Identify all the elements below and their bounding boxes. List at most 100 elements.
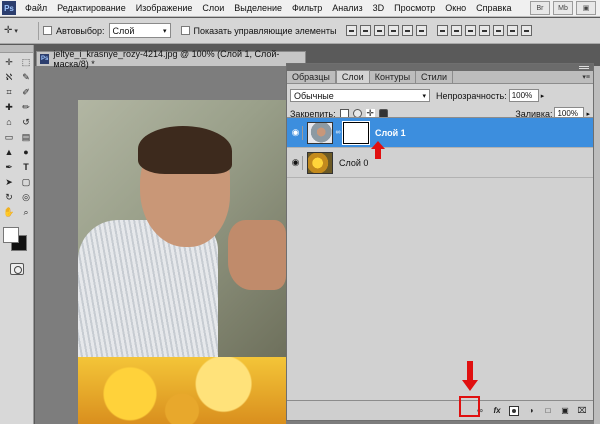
eraser-tool-icon[interactable]: ▭ [1, 130, 17, 144]
blur-tool-icon[interactable]: ▲ [1, 145, 17, 159]
tab-layers[interactable]: Слои [335, 70, 370, 83]
move-tool-preset[interactable]: ✛ ▾ [4, 22, 34, 40]
blend-mode-value: Обычные [294, 90, 334, 101]
hand-shape [228, 220, 286, 290]
distribute-vcenter-icon[interactable] [451, 25, 463, 36]
panel-title-bar[interactable] [287, 64, 593, 71]
opacity-slider-toggle-icon[interactable]: ▸ [541, 92, 545, 100]
align-bottom-icon[interactable] [374, 25, 386, 36]
lasso-tool-icon[interactable]: ℵ [1, 70, 17, 84]
menu-3d[interactable]: 3D [368, 3, 390, 13]
canvas-image[interactable] [78, 100, 286, 424]
document-icon: Ps [40, 54, 50, 64]
layer-row[interactable]: ◉ Слой 0 [287, 148, 593, 178]
layer-name[interactable]: Слой 1 [375, 128, 406, 138]
healing-tool-icon[interactable]: ✚ [1, 100, 17, 114]
autoselect-dropdown[interactable]: Слой ▾ [108, 23, 171, 38]
menu-window[interactable]: Окно [440, 3, 471, 13]
auto-align-icon[interactable] [521, 25, 533, 36]
type-tool-icon[interactable]: T [18, 160, 34, 174]
roses-photo-layer [78, 357, 286, 424]
align-hcenter-icon[interactable] [402, 25, 414, 36]
tab-paths[interactable]: Контуры [370, 71, 417, 83]
foreground-color-swatch[interactable] [3, 227, 19, 243]
path-select-tool-icon[interactable]: ➤ [1, 175, 17, 189]
distribute-bottom-icon[interactable] [465, 25, 477, 36]
zoom-tool-icon[interactable]: ⌕ [18, 205, 34, 219]
group-icon[interactable]: □ [543, 406, 553, 416]
menu-filter[interactable]: Фильтр [287, 3, 327, 13]
opacity-label: Непрозрачность: [436, 90, 507, 101]
menu-analysis[interactable]: Анализ [327, 3, 367, 13]
distribute-left-icon[interactable] [479, 25, 491, 36]
distribute-right-icon[interactable] [507, 25, 519, 36]
opacity-field[interactable]: 100% [508, 89, 539, 102]
panel-menu-icon[interactable]: ▾≡ [582, 73, 590, 81]
hand-tool-icon[interactable]: ✋ [1, 205, 17, 219]
align-buttons [346, 25, 428, 36]
trash-icon[interactable]: ⌧ [577, 406, 587, 416]
align-left-icon[interactable] [388, 25, 400, 36]
marquee-tool-icon[interactable]: ⬚ [18, 55, 34, 69]
menu-help[interactable]: Справка [471, 3, 516, 13]
stamp-tool-icon[interactable]: ⌂ [1, 115, 17, 129]
document-tab[interactable]: Ps jeltye_i_krasnye_rozy-4214.jpg @ 100%… [36, 49, 306, 69]
3d-orbit-tool-icon[interactable]: ◎ [18, 190, 34, 204]
new-layer-icon[interactable]: ▣ [560, 406, 570, 416]
color-swatches [0, 225, 33, 259]
autoselect-value: Слой [112, 25, 135, 36]
layer-row[interactable]: ◉ ∞ Слой 1 [287, 118, 593, 148]
crop-tool-icon[interactable]: ⌗ [1, 85, 17, 99]
layer-thumbnail[interactable] [307, 121, 333, 144]
adjustment-icon[interactable]: ◑ [526, 406, 536, 416]
autoselect-checkbox[interactable] [43, 26, 52, 35]
show-controls-checkbox[interactable] [180, 26, 190, 35]
fx-icon[interactable]: fx [492, 406, 502, 416]
tab-swatches[interactable]: Образцы [287, 71, 336, 83]
shape-tool-icon[interactable]: ▢ [18, 175, 34, 189]
brush-tool-icon[interactable]: ✏ [18, 100, 34, 114]
blend-mode-dropdown[interactable]: Обычные ▾ [290, 89, 430, 102]
chevron-down-icon: ▾ [422, 92, 426, 100]
mini-bridge-button[interactable]: Mb [553, 1, 573, 15]
layer-mask-thumbnail[interactable] [343, 121, 369, 144]
layer-name[interactable]: Слой 0 [339, 158, 368, 168]
3d-rotate-tool-icon[interactable]: ↻ [1, 190, 17, 204]
eyedropper-tool-icon[interactable]: ✐ [18, 85, 34, 99]
distribute-hcenter-icon[interactable] [493, 25, 505, 36]
options-bar: ✛ ▾ Автовыбор: Слой ▾ Показать управляющ… [0, 18, 600, 44]
menu-layers[interactable]: Слои [197, 3, 229, 13]
align-right-icon[interactable] [416, 25, 428, 36]
chevron-down-icon: ▾ [14, 27, 18, 35]
align-vcenter-icon[interactable] [360, 25, 372, 36]
panel-tabs: Образцы Слои Контуры Стили ▾≡ [287, 70, 593, 84]
menu-view[interactable]: Просмотр [389, 3, 440, 13]
pen-tool-icon[interactable]: ✒ [1, 160, 17, 174]
align-top-icon[interactable] [346, 25, 358, 36]
distribute-buttons [437, 25, 533, 36]
menu-select[interactable]: Выделение [229, 3, 287, 13]
tools-panel-header[interactable] [0, 45, 33, 53]
mask-link-icon[interactable]: ∞ [334, 129, 342, 136]
quick-select-tool-icon[interactable]: ✎ [18, 70, 34, 84]
add-mask-icon[interactable] [509, 405, 519, 416]
layers-panel: Образцы Слои Контуры Стили ▾≡ Обычные ▾ … [286, 63, 594, 421]
screen-mode-button[interactable]: ▣ [576, 1, 596, 15]
menu-file[interactable]: Файл [20, 3, 52, 13]
history-brush-tool-icon[interactable]: ↺ [18, 115, 34, 129]
menu-edit[interactable]: Редактирование [52, 3, 131, 13]
quick-mask-icon[interactable] [9, 263, 24, 275]
visibility-eye-icon[interactable]: ◉ [289, 125, 303, 140]
vertical-scrollbar[interactable] [594, 66, 600, 424]
layer-thumbnail[interactable] [307, 151, 333, 174]
tab-styles[interactable]: Стили [416, 71, 453, 83]
visibility-eye-icon[interactable]: ◉ [289, 155, 303, 170]
bridge-button[interactable]: Br [530, 1, 550, 15]
move-tool-icon[interactable]: ✛ [1, 55, 17, 69]
dodge-tool-icon[interactable]: ● [18, 145, 34, 159]
distribute-top-icon[interactable] [437, 25, 449, 36]
chevron-down-icon: ▾ [163, 27, 167, 35]
collapse-icon[interactable] [579, 66, 589, 69]
gradient-tool-icon[interactable]: ▤ [18, 130, 34, 144]
menu-image[interactable]: Изображение [131, 3, 198, 13]
